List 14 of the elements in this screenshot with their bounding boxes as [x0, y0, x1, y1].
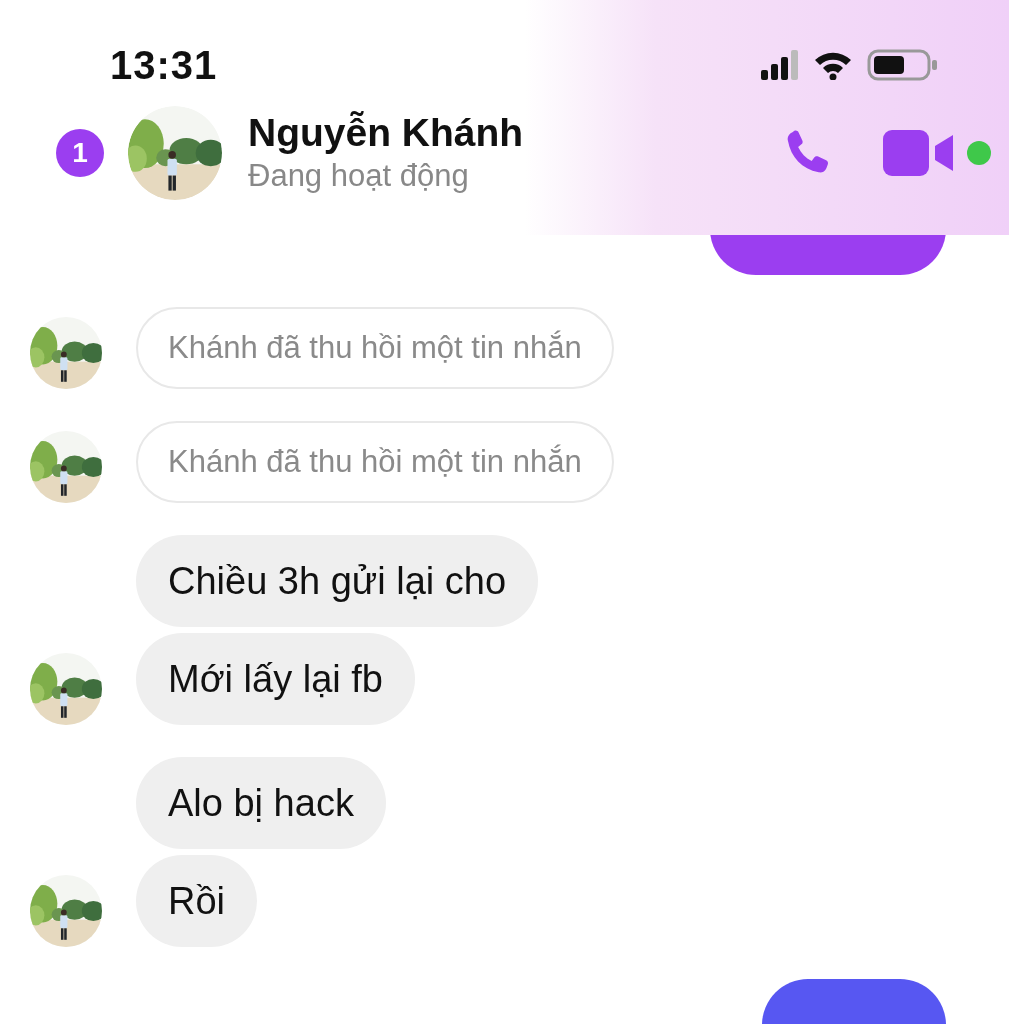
received-message: Mới lấy lại fb: [136, 633, 415, 725]
battery-icon: [867, 49, 939, 81]
recalled-message-notice: Khánh đã thu hồi một tin nhắn: [136, 307, 614, 389]
received-message: Alo bị hack: [136, 757, 386, 849]
presence-status: Đang hoạt động: [248, 156, 470, 195]
video-call-icon[interactable]: [883, 129, 955, 176]
wifi-icon: [813, 50, 853, 80]
clock-time: 13:31: [110, 42, 218, 88]
received-message: Chiều 3h gửi lại cho: [136, 535, 539, 627]
received-message: Rồi: [136, 855, 258, 947]
recalled-message-notice: Khánh đã thu hồi một tin nhắn: [136, 421, 614, 503]
contact-name: Nguyễn Khánh: [248, 109, 525, 156]
unread-badge[interactable]: 1: [56, 128, 104, 177]
signal-icon: [761, 50, 799, 80]
